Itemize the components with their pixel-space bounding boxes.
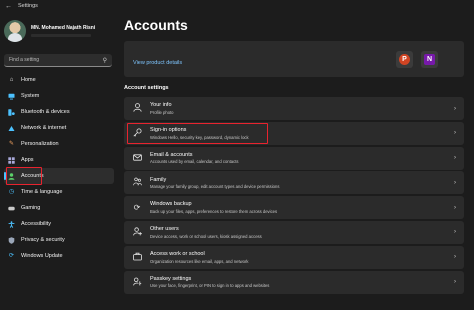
globe-clock-icon: ◷ <box>8 189 15 195</box>
chevron-right-icon: › <box>454 155 456 162</box>
search-icon: ⚲ <box>102 57 107 64</box>
sidebar-item-windows-update[interactable]: ⟳ Windows Update <box>0 248 118 264</box>
sidebar-item-bluetooth[interactable]: Bluetooth & devices <box>0 104 118 120</box>
monitor-icon <box>8 93 15 100</box>
search-placeholder: Find a setting <box>9 57 40 63</box>
sidebar-item-label: Home <box>21 77 36 83</box>
setting-row-passkey-settings[interactable]: Passkey settings Use your face, fingerpr… <box>124 270 464 294</box>
gamepad-icon <box>8 205 15 212</box>
sidebar: MN. Mohamed Najath Risni Find a setting … <box>0 12 118 310</box>
sidebar-item-apps[interactable]: Apps <box>0 152 118 168</box>
profile[interactable]: MN. Mohamed Najath Risni <box>4 20 95 42</box>
sidebar-item-label: Time & language <box>21 189 63 195</box>
setting-subtitle: Organization resources like email, apps,… <box>150 258 249 264</box>
sidebar-item-label: Accessibility <box>21 221 51 227</box>
user-email-redacted <box>31 34 91 37</box>
passkey-icon <box>132 277 142 288</box>
setting-title: Other users <box>150 226 179 233</box>
briefcase-icon <box>132 252 142 263</box>
chevron-right-icon: › <box>454 130 456 137</box>
setting-row-sign-in-options[interactable]: Sign-in options Windows Hello, security … <box>124 121 464 145</box>
add-user-icon <box>132 227 142 238</box>
page-title: Accounts <box>124 17 188 33</box>
setting-row-windows-backup[interactable]: ⟳ Windows backup Back up your files, app… <box>124 196 464 220</box>
setting-subtitle: Device access, work or school users, kio… <box>150 233 262 239</box>
highlight-box <box>6 167 42 185</box>
bluetooth-icon <box>8 108 15 116</box>
backup-icon: ⟳ <box>133 202 141 212</box>
person-icon <box>132 103 142 114</box>
sidebar-item-system[interactable]: System <box>0 88 118 104</box>
sidebar-item-label: Network & internet <box>21 125 67 131</box>
home-icon: ⌂ <box>9 77 14 83</box>
sidebar-item-label: Windows Update <box>21 253 63 259</box>
setting-subtitle: Accounts used by email, calendar, and co… <box>150 159 239 165</box>
wifi-icon <box>8 125 15 132</box>
shield-icon <box>8 236 15 244</box>
brush-icon: ✎ <box>8 141 15 147</box>
product-card: View product details P N <box>124 41 464 77</box>
setting-title: Access work or school <box>150 251 205 258</box>
update-icon: ⟳ <box>8 253 15 259</box>
setting-subtitle: Manage your family group, edit account t… <box>150 184 280 190</box>
account-settings-list: Your info Profile photo › Sign-in option… <box>124 97 464 295</box>
chevron-right-icon: › <box>454 105 456 112</box>
sidebar-item-personalization[interactable]: ✎ Personalization <box>0 136 118 152</box>
setting-title: Email & accounts <box>150 151 193 158</box>
chevron-right-icon: › <box>454 229 456 236</box>
accessibility-icon <box>8 220 15 228</box>
chevron-right-icon: › <box>454 179 456 186</box>
sidebar-item-label: Apps <box>21 157 34 163</box>
setting-subtitle: Profile photo <box>150 109 174 115</box>
sidebar-item-accessibility[interactable]: Accessibility <box>0 216 118 232</box>
chevron-right-icon: › <box>454 254 456 261</box>
back-arrow-icon[interactable]: ← <box>5 3 15 10</box>
view-product-details-link[interactable]: View product details <box>133 60 182 66</box>
apps-icon <box>8 156 15 164</box>
sidebar-item-home[interactable]: ⌂ Home <box>0 72 118 88</box>
sidebar-item-privacy[interactable]: Privacy & security <box>0 232 118 248</box>
mail-icon <box>132 153 142 164</box>
sidebar-item-gaming[interactable]: Gaming <box>0 200 118 216</box>
main-content: Accounts View product details P N Accoun… <box>120 12 474 310</box>
avatar <box>4 20 26 42</box>
setting-title: Family <box>150 176 167 183</box>
chevron-right-icon: › <box>454 279 456 286</box>
powerpoint-icon: P <box>399 54 410 65</box>
title-bar: ← Settings <box>0 0 474 12</box>
onenote-icon: N <box>424 54 435 65</box>
chevron-right-icon: › <box>454 204 456 211</box>
sidebar-item-label: Personalization <box>21 141 59 147</box>
user-name: MN. Mohamed Najath Risni <box>31 25 96 31</box>
setting-row-email-accounts[interactable]: Email & accounts Accounts used by email,… <box>124 146 464 170</box>
setting-row-family[interactable]: Family Manage your family group, edit ac… <box>124 171 464 195</box>
sidebar-item-label: Gaming <box>21 205 41 211</box>
sidebar-item-label: System <box>21 93 40 99</box>
sidebar-item-label: Bluetooth & devices <box>21 109 70 115</box>
setting-subtitle: Use your face, fingerprint, or PIN to si… <box>150 283 270 289</box>
section-heading: Account settings <box>124 85 169 91</box>
highlight-box <box>127 122 268 144</box>
setting-row-other-users[interactable]: Other users Device access, work or schoo… <box>124 220 464 244</box>
setting-title: Passkey settings <box>150 275 192 282</box>
search-input[interactable]: Find a setting ⚲ <box>4 54 112 67</box>
family-icon <box>132 177 142 188</box>
setting-row-access-work-school[interactable]: Access work or school Organization resou… <box>124 245 464 269</box>
sidebar-item-time-language[interactable]: ◷ Time & language <box>0 184 118 200</box>
setting-title: Your info <box>150 102 172 109</box>
onenote-app-tile[interactable]: N <box>421 51 438 68</box>
sidebar-item-accounts[interactable]: Accounts <box>4 167 114 185</box>
setting-row-your-info[interactable]: Your info Profile photo › <box>124 97 464 120</box>
window-title: Settings <box>18 3 38 9</box>
sidebar-item-label: Privacy & security <box>21 237 65 243</box>
setting-title: Windows backup <box>150 201 192 208</box>
sidebar-item-network[interactable]: Network & internet <box>0 120 118 136</box>
sidebar-nav: ⌂ Home System Bluetooth & devices Networ… <box>0 72 118 264</box>
powerpoint-app-tile[interactable]: P <box>396 51 413 68</box>
setting-subtitle: Back up your files, apps, preferences to… <box>150 208 278 214</box>
